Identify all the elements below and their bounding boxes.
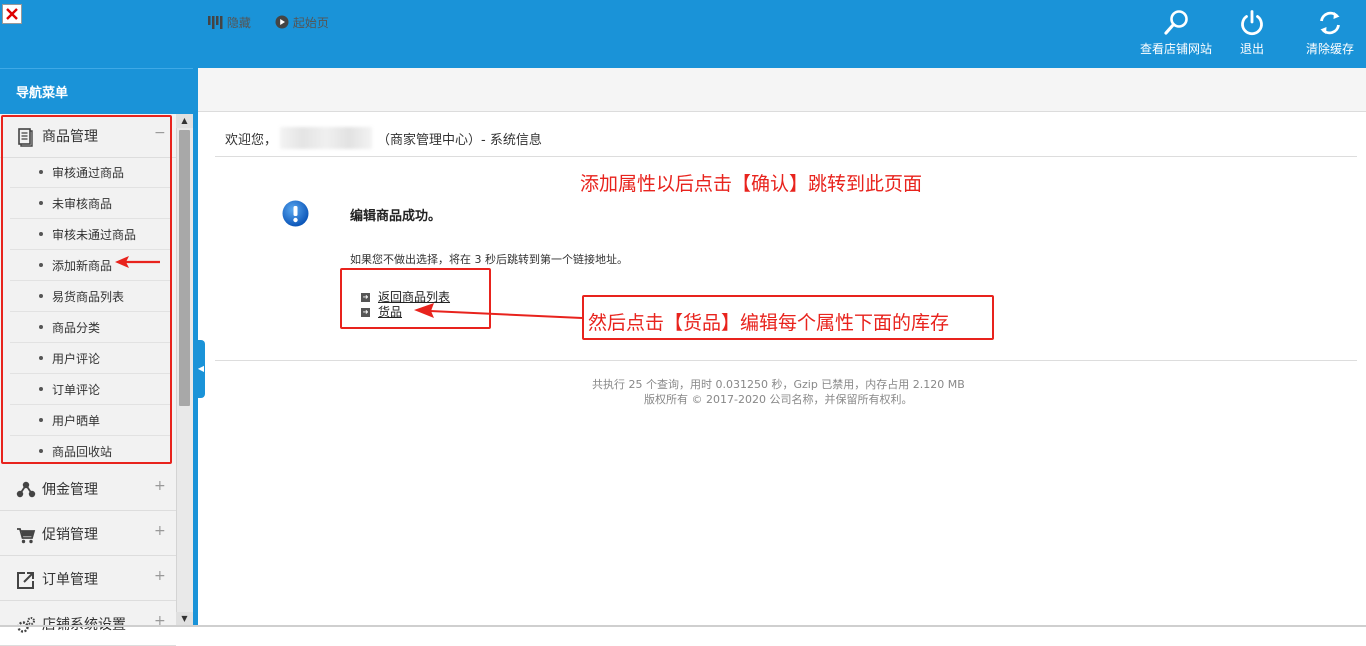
clear-cache-label: 清除缓存 xyxy=(1305,42,1354,56)
divider xyxy=(215,360,1357,361)
annotation-note-top: 添加属性以后点击【确认】跳转到此页面 xyxy=(580,173,923,195)
nav-group-commission[interactable]: 佣金管理 + xyxy=(0,467,176,511)
annotation-arrow-sidebar xyxy=(115,256,160,268)
sidebar-title: 导航菜单 xyxy=(16,86,69,101)
columns-icon xyxy=(208,16,223,32)
hide-sidebar-button[interactable]: 隐藏 xyxy=(208,14,251,32)
expand-toggle[interactable]: + xyxy=(154,523,166,539)
cart-icon xyxy=(16,525,36,545)
power-icon xyxy=(1232,8,1272,38)
broken-image-icon xyxy=(2,4,22,24)
start-page-label: 起始页 xyxy=(292,16,329,30)
nav-group-label: 佣金管理 xyxy=(42,482,98,498)
nav-group-label: 促销管理 xyxy=(42,527,98,543)
hide-label: 隐藏 xyxy=(226,16,251,30)
refresh-icon xyxy=(1300,8,1360,38)
scrollbar-thumb[interactable] xyxy=(179,130,190,406)
scroll-down-icon[interactable]: ▼ xyxy=(176,612,193,626)
welcome-line: 欢迎您， （商家管理中心）- 系统信息 xyxy=(225,129,542,148)
sidebar-header: 导航菜单 xyxy=(0,68,194,114)
nav-group-store-settings[interactable]: 店铺系统设置 + xyxy=(0,602,176,646)
view-store-label: 查看店铺网站 xyxy=(1139,42,1212,56)
top-header-bar: 查看店铺网站 退出 清除缓存 xyxy=(0,0,1366,68)
welcome-prefix: 欢迎您， xyxy=(225,133,278,148)
annotation-note-right: 然后点击【货品】编辑每个属性下面的库存 xyxy=(588,312,950,334)
scroll-up-icon[interactable]: ▲ xyxy=(176,114,193,128)
clear-cache-button[interactable]: 清除缓存 xyxy=(1300,8,1360,64)
annotation-highlight-box-sidebar xyxy=(1,115,172,464)
info-icon xyxy=(282,200,309,227)
share-icon xyxy=(16,480,36,500)
message-body: 如果您不做出选择，将在 3 秒后跳转到第一个链接地址。 xyxy=(350,253,628,266)
expand-toggle[interactable]: + xyxy=(154,478,166,494)
start-page-button[interactable]: 起始页 xyxy=(275,14,329,32)
export-icon xyxy=(16,570,36,590)
nav-group-orders[interactable]: 订单管理 + xyxy=(0,557,176,601)
logout-label: 退出 xyxy=(1239,42,1264,56)
play-icon xyxy=(275,15,289,32)
nav-group-label: 店铺系统设置 xyxy=(42,617,126,633)
footer-stats: 共执行 25 个查询，用时 0.031250 秒，Gzip 已禁用，内存占用 2… xyxy=(592,378,965,391)
view-store-button[interactable]: 查看店铺网站 xyxy=(1138,8,1214,64)
expand-toggle[interactable]: + xyxy=(154,568,166,584)
logout-button[interactable]: 退出 xyxy=(1232,8,1272,64)
message-title: 编辑商品成功。 xyxy=(350,209,442,224)
divider xyxy=(215,156,1357,157)
annotation-arrow-links xyxy=(414,303,583,319)
search-icon xyxy=(1138,8,1214,38)
blurred-username xyxy=(280,127,372,149)
welcome-suffix: （商家管理中心）- 系统信息 xyxy=(377,133,542,148)
footer-copyright: 版权所有 © 2017-2020 公司名称，并保留所有权利。 xyxy=(644,393,913,406)
content-toolbar xyxy=(198,68,1366,112)
collapse-sidebar-handle[interactable]: ◀ xyxy=(197,340,205,398)
nav-group-label: 订单管理 xyxy=(42,572,98,588)
nav-group-promotion[interactable]: 促销管理 + xyxy=(0,512,176,556)
